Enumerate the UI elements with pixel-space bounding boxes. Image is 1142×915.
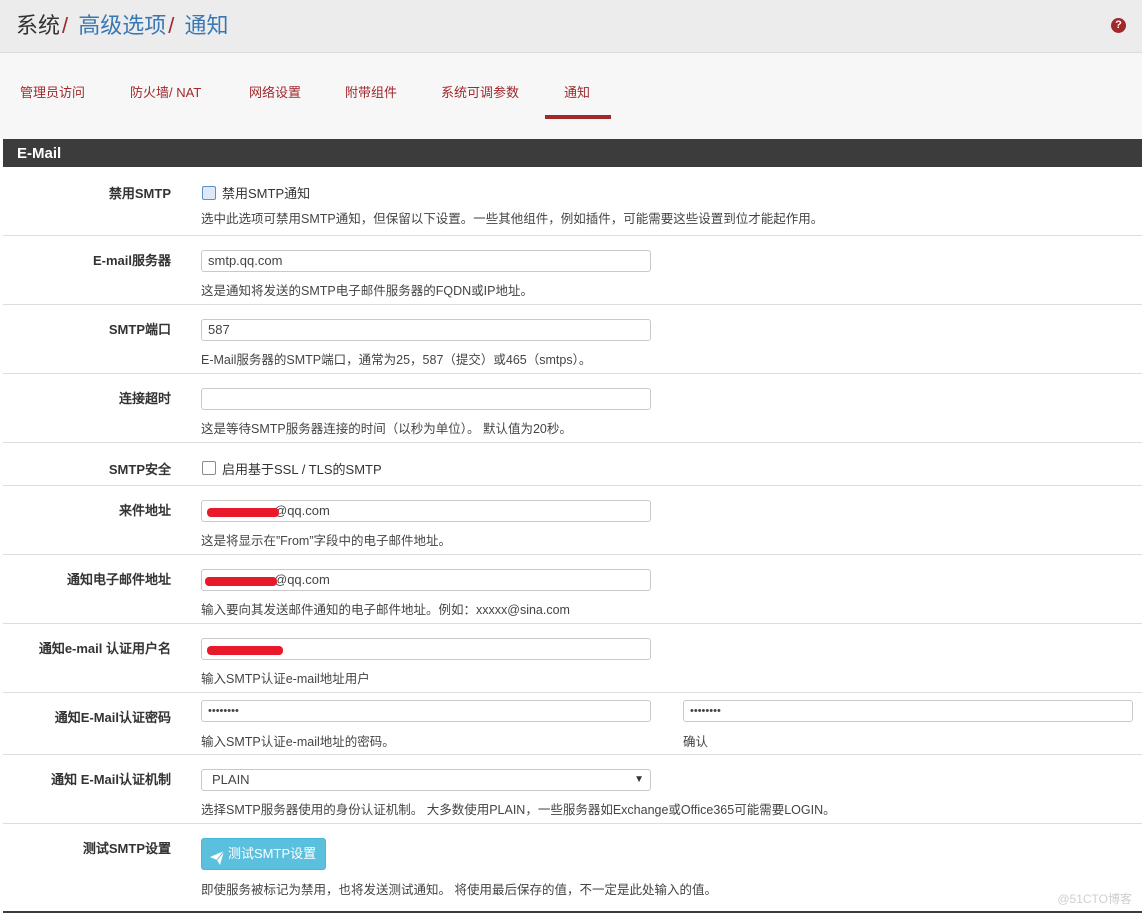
button-label: 测试SMTP设置 — [228, 846, 317, 861]
row-connection-timeout: 连接超时 这是等待SMTP服务器连接的时间（以秒为单位）。 默认值为20秒。 — [3, 374, 1142, 443]
field-label: 通知e-mail 认证用户名 — [38, 641, 171, 656]
tab-notifications[interactable]: 通知 — [564, 85, 590, 101]
breadcrumb-advanced[interactable]: 高级选项 — [78, 13, 166, 38]
help-text: E-Mail服务器的SMTP端口，通常为25，587（提交）或465（smtps… — [201, 353, 592, 367]
timeout-input[interactable] — [201, 388, 651, 410]
panel-title: E-Mail — [17, 145, 62, 162]
field-label: 通知 E-Mail认证机制 — [51, 772, 171, 787]
watermark: @51CTO博客 — [1057, 892, 1132, 906]
row-disable-smtp: 禁用SMTP 禁用SMTP通知 选中此选项可禁用SMTP通知，但保留以下设置。一… — [3, 167, 1142, 236]
field-label: 禁用SMTP — [108, 186, 171, 201]
select-value: PLAIN — [212, 772, 250, 787]
password-input[interactable]: •••••••• — [201, 700, 651, 722]
field-label: 来件地址 — [118, 503, 171, 518]
auth-mechanism-select[interactable]: PLAIN ▼ — [201, 769, 651, 791]
checkbox-label[interactable]: 启用基于SSL / TLS的SMTP — [222, 459, 382, 478]
breadcrumb-system[interactable]: 系统 — [16, 13, 60, 38]
redaction-mark — [207, 508, 279, 517]
row-notification-address: 通知电子邮件地址 @qq.com 输入要向其发送邮件通知的电子邮件地址。例如：x… — [3, 555, 1142, 624]
ssl-tls-checkbox[interactable] — [202, 461, 216, 475]
help-text: 输入要向其发送邮件通知的电子邮件地址。例如：xxxxx@sina.com — [201, 603, 570, 617]
field-label: 测试SMTP设置 — [82, 841, 171, 856]
row-smtp-port: SMTP端口 587 E-Mail服务器的SMTP端口，通常为25，587（提交… — [3, 305, 1142, 374]
help-icon[interactable]: ? — [1111, 18, 1126, 33]
breadcrumb-separator: / — [62, 13, 69, 38]
breadcrumb-notifications[interactable]: 通知 — [185, 13, 229, 38]
disable-smtp-checkbox[interactable] — [202, 186, 216, 200]
redaction-mark — [205, 577, 277, 586]
smtp-port-input[interactable]: 587 — [201, 319, 651, 341]
help-text: 输入SMTP认证e-mail地址用户 — [201, 672, 370, 686]
help-text: 选择SMTP服务器使用的身份认证机制。 大多数使用PLAIN，一些服务器如Exc… — [201, 803, 836, 817]
row-from-address: 来件地址 @qq.com 这是将显示在”From”字段中的电子邮件地址。 — [3, 486, 1142, 555]
help-text: 选中此选项可禁用SMTP通知，但保留以下设置。一些其他组件，例如插件，可能需要这… — [201, 212, 824, 226]
tab-system-tunables[interactable]: 系统可调参数 — [441, 85, 519, 101]
test-smtp-button[interactable]: 测试SMTP设置 — [201, 838, 326, 870]
row-auth-mechanism: 通知 E-Mail认证机制 PLAIN ▼ 选择SMTP服务器使用的身份认证机制… — [3, 755, 1142, 824]
row-auth-password: 通知E-Mail认证密码 •••••••• 输入SMTP认证e-mail地址的密… — [3, 693, 1142, 755]
tab-bar: 管理员访问 防火墙/ NAT 网络设置 附带组件 系统可调参数 通知 — [0, 53, 1142, 139]
field-label: 连接超时 — [118, 391, 171, 406]
help-text: 这是将显示在”From”字段中的电子邮件地址。 — [201, 534, 451, 548]
redaction-mark — [207, 646, 283, 655]
breadcrumb: 系统/ 高级选项/ 通知 — [16, 12, 229, 40]
panel-header: E-Mail — [3, 139, 1142, 167]
checkbox-label[interactable]: 禁用SMTP通知 — [222, 183, 310, 202]
field-label: E-mail服务器 — [92, 253, 171, 268]
row-email-server: E-mail服务器 smtp.qq.com 这是通知将发送的SMTP电子邮件服务… — [3, 236, 1142, 305]
send-icon — [210, 846, 225, 876]
field-label: 通知电子邮件地址 — [66, 572, 171, 587]
breadcrumb-separator: / — [168, 13, 175, 38]
field-label: SMTP安全 — [108, 462, 171, 477]
tab-networking[interactable]: 网络设置 — [249, 85, 301, 101]
password-confirm-input[interactable]: •••••••• — [683, 700, 1133, 722]
tab-miscellaneous[interactable]: 附带组件 — [345, 85, 397, 101]
tab-firewall-nat[interactable]: 防火墙/ NAT — [130, 85, 201, 101]
email-server-input[interactable]: smtp.qq.com — [201, 250, 651, 272]
top-bar: 系统/ 高级选项/ 通知 ? — [0, 0, 1142, 53]
help-text: 输入SMTP认证e-mail地址的密码。 — [201, 735, 395, 749]
tab-admin-access[interactable]: 管理员访问 — [20, 85, 85, 101]
field-label: SMTP端口 — [108, 322, 171, 337]
help-text: 即使服务被标记为禁用，也将发送测试通知。 将使用最后保存的值，不一定是此处输入的… — [201, 883, 717, 897]
field-label: 通知E-Mail认证密码 — [54, 710, 171, 725]
row-smtp-security: SMTP安全 启用基于SSL / TLS的SMTP — [3, 443, 1142, 486]
active-tab-indicator — [545, 115, 611, 119]
help-text: 这是等待SMTP服务器连接的时间（以秒为单位）。 默认值为20秒。 — [201, 422, 572, 436]
bottom-divider — [3, 911, 1142, 913]
chevron-down-icon: ▼ — [634, 774, 644, 785]
help-text: 这是通知将发送的SMTP电子邮件服务器的FQDN或IP地址。 — [201, 284, 533, 298]
row-test-smtp: 测试SMTP设置 测试SMTP设置 即使服务被标记为禁用，也将发送测试通知。 将… — [3, 824, 1142, 910]
confirm-help-text: 确认 — [683, 735, 709, 749]
row-auth-username: 通知e-mail 认证用户名 输入SMTP认证e-mail地址用户 — [3, 624, 1142, 693]
